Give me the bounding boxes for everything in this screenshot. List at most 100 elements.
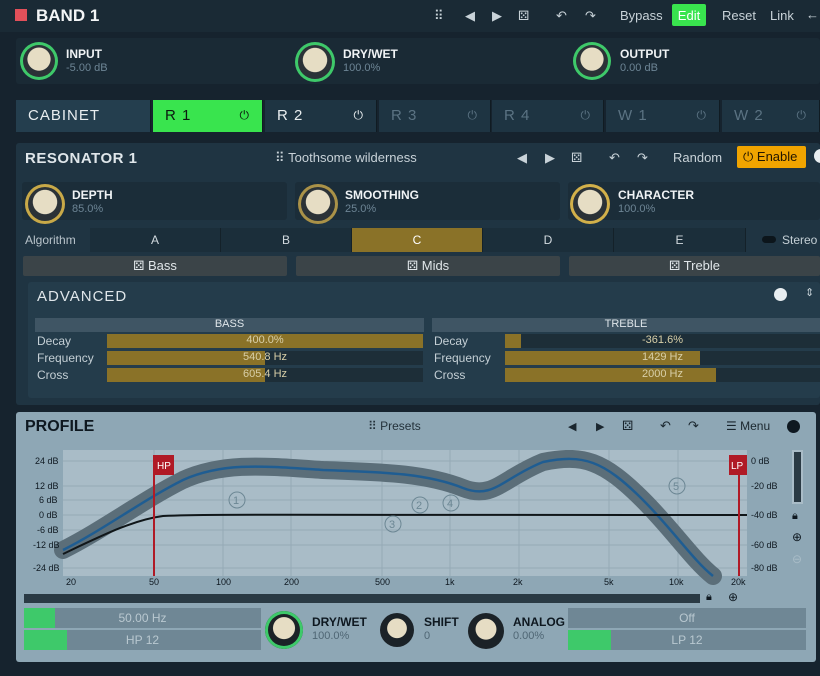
analog-knob[interactable] <box>468 613 504 649</box>
enable-button[interactable]: ⏻ Enable <box>737 146 806 168</box>
next-arrow-icon[interactable]: ▶ <box>492 8 502 24</box>
analog-value[interactable]: 0.00% <box>513 630 544 642</box>
treble-frequency-label: Frequency <box>434 351 491 365</box>
zoom-in-icon[interactable]: ⊕ <box>728 590 738 604</box>
algorithm-b[interactable]: B <box>221 228 352 252</box>
power-icon[interactable]: ⏻ <box>240 108 251 123</box>
help-icon[interactable] <box>787 420 800 433</box>
tab-r4[interactable]: R 4 ⏻ <box>492 100 604 132</box>
tab-cabinet[interactable]: CABINET <box>16 100 151 132</box>
depth-value[interactable]: 85.0% <box>72 203 103 215</box>
input-knob[interactable] <box>20 42 58 80</box>
lp-frequency-slider[interactable]: Off <box>568 608 806 628</box>
redo-icon[interactable]: ↷ <box>585 8 596 24</box>
tab-r1[interactable]: R 1 ⏻ <box>153 100 263 132</box>
hp-type-slider[interactable]: HP 12 <box>24 630 261 650</box>
next-arrow-icon[interactable]: ▶ <box>545 150 555 166</box>
back-arrow-icon[interactable]: ← <box>806 7 819 22</box>
treble-decay-slider[interactable]: -361.6% <box>505 334 820 348</box>
profile-graph[interactable]: HP LP 24 dB 12 dB 6 dB 0 dB -6 dB -12 dB… <box>23 450 783 590</box>
treble-button-label: Treble <box>683 258 721 273</box>
reset-button[interactable]: Reset <box>722 8 756 23</box>
graph-node: 4 <box>447 498 453 510</box>
hp-frequency-slider[interactable]: 50.00 Hz <box>24 608 261 628</box>
shift-value[interactable]: 0 <box>424 630 430 642</box>
edit-button[interactable]: Edit <box>672 4 706 26</box>
power-icon[interactable]: ⏻ <box>697 108 708 123</box>
next-arrow-icon[interactable]: ▶ <box>596 420 604 433</box>
stereo-toggle[interactable] <box>762 236 776 243</box>
profile-title: PROFILE <box>25 418 95 435</box>
prev-arrow-icon[interactable]: ◀ <box>517 150 527 166</box>
undo-icon[interactable]: ↶ <box>609 150 620 166</box>
graph-scrollbar[interactable] <box>792 450 803 504</box>
power-icon[interactable]: ⏻ <box>797 108 808 123</box>
horizontal-scrollbar[interactable] <box>24 594 700 603</box>
output-knob[interactable] <box>573 42 611 80</box>
random-dice-icon[interactable]: ⚄ <box>518 8 529 24</box>
y-right-tick: -20 dB <box>751 481 778 491</box>
undo-icon[interactable]: ↶ <box>660 418 671 434</box>
random-dice-icon[interactable]: ⚄ <box>622 418 633 434</box>
shift-knob[interactable] <box>380 613 414 647</box>
menu-icon: ☰ <box>726 419 741 433</box>
bass-frequency-slider[interactable]: 540.8 Hz <box>107 351 423 365</box>
smoothing-value[interactable]: 25.0% <box>345 203 376 215</box>
smoothing-knob[interactable] <box>298 184 338 224</box>
presets-grid-icon[interactable]: ⠿ <box>434 8 444 24</box>
power-icon[interactable]: ⏻ <box>468 108 479 123</box>
character-value[interactable]: 100.0% <box>618 203 655 215</box>
lock-icon[interactable]: 🔒︎ <box>706 591 712 604</box>
depth-knob[interactable] <box>25 184 65 224</box>
drywet-value[interactable]: 100.0% <box>343 62 380 74</box>
power-icon[interactable]: ⏻ <box>581 108 592 123</box>
algorithm-e[interactable]: E <box>614 228 746 252</box>
treble-cross-slider[interactable]: 2000 Hz <box>505 368 820 382</box>
random-button[interactable]: Random <box>673 150 722 165</box>
input-label: INPUT <box>66 47 102 61</box>
power-icon[interactable]: ⏻ <box>354 108 365 123</box>
random-dice-icon[interactable]: ⚄ <box>571 150 582 166</box>
tab-r2[interactable]: R 2 ⏻ <box>265 100 377 132</box>
profile-presets[interactable]: ⠿ Presets <box>368 419 421 433</box>
bass-cross-slider[interactable]: 605.4 Hz <box>107 368 423 382</box>
algorithm-c[interactable]: C <box>352 228 483 252</box>
profile-drywet-knob[interactable] <box>265 611 303 649</box>
character-knob[interactable] <box>570 184 610 224</box>
algorithm-d[interactable]: D <box>483 228 614 252</box>
tab-r3[interactable]: R 3 ⏻ <box>379 100 491 132</box>
zoom-out-icon[interactable]: ⊖ <box>792 552 802 566</box>
band-title: BAND 1 <box>36 6 100 25</box>
undo-icon[interactable]: ↶ <box>556 8 567 24</box>
tab-w1[interactable]: W 1 ⏻ <box>606 100 720 132</box>
help-icon[interactable] <box>774 288 787 301</box>
resonator-preset[interactable]: ⠿ Toothsome wilderness <box>275 150 417 166</box>
bypass-button[interactable]: Bypass <box>620 8 663 23</box>
prev-arrow-icon[interactable]: ◀ <box>568 420 576 433</box>
prev-arrow-icon[interactable]: ◀ <box>465 8 475 24</box>
x-tick: 50 <box>149 577 159 587</box>
zoom-in-icon[interactable]: ⊕ <box>792 530 802 544</box>
bass-decay-slider[interactable]: 400.0% <box>107 334 423 348</box>
redo-icon[interactable]: ↷ <box>637 150 648 166</box>
y-left-tick: 12 dB <box>35 481 59 491</box>
mids-button[interactable]: ⚄ Mids <box>296 256 560 276</box>
lp-marker: LP <box>731 461 744 472</box>
algorithm-a[interactable]: A <box>90 228 221 252</box>
output-value[interactable]: 0.00 dB <box>620 62 658 74</box>
link-button[interactable]: Link <box>770 8 794 23</box>
hp-frequency-value: 50.00 Hz <box>118 611 167 625</box>
treble-frequency-slider[interactable]: 1429 Hz <box>505 351 820 365</box>
profile-menu[interactable]: ☰ Menu <box>726 419 770 433</box>
profile-drywet-value[interactable]: 100.0% <box>312 630 349 642</box>
treble-button[interactable]: ⚄ Treble <box>569 256 820 276</box>
tab-w2[interactable]: W 2 ⏻ <box>722 100 820 132</box>
input-value[interactable]: -5.00 dB <box>66 62 108 74</box>
lock-icon[interactable]: 🔒︎ <box>792 510 798 523</box>
collapse-icon[interactable]: ⇕ <box>805 286 814 299</box>
resonator-title: RESONATOR 1 <box>25 150 138 167</box>
bass-button[interactable]: ⚄ Bass <box>23 256 287 276</box>
lp-type-slider[interactable]: LP 12 <box>568 630 806 650</box>
redo-icon[interactable]: ↷ <box>688 418 699 434</box>
drywet-knob[interactable] <box>295 42 335 82</box>
